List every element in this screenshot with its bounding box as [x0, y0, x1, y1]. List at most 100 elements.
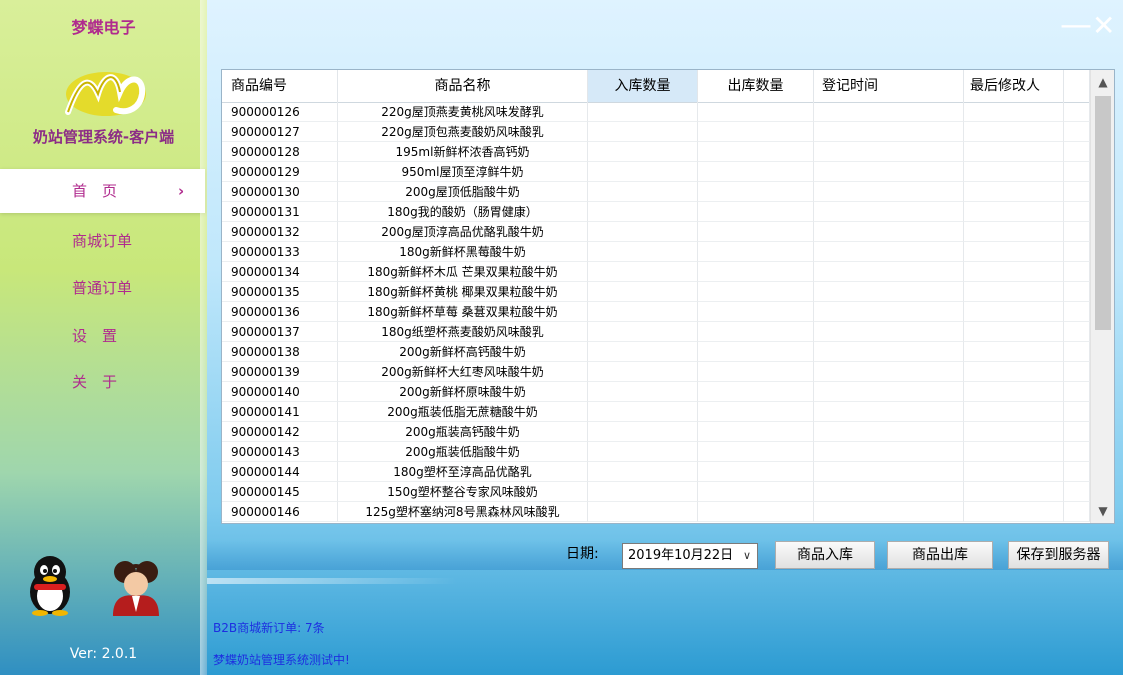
- table-cell[interactable]: [698, 362, 814, 382]
- table-cell[interactable]: [698, 302, 814, 322]
- table-cell[interactable]: [1064, 422, 1090, 442]
- table-cell[interactable]: [964, 262, 1064, 282]
- cell-product-name[interactable]: 180g新鲜杯黑莓酸牛奶: [338, 242, 588, 262]
- table-cell[interactable]: [698, 122, 814, 142]
- table-cell[interactable]: [588, 302, 698, 322]
- table-cell[interactable]: [698, 102, 814, 122]
- table-row[interactable]: 900000135 180g新鲜杯黄桃 椰果双果粒酸牛奶: [222, 282, 1090, 302]
- column-header-id[interactable]: 商品编号: [222, 70, 338, 102]
- table-cell[interactable]: [964, 122, 1064, 142]
- cell-product-id[interactable]: 900000132: [222, 222, 338, 242]
- table-cell[interactable]: [588, 262, 698, 282]
- table-cell[interactable]: [588, 102, 698, 122]
- table-cell[interactable]: [698, 322, 814, 342]
- cell-product-id[interactable]: 900000128: [222, 142, 338, 162]
- table-cell[interactable]: [964, 402, 1064, 422]
- table-cell[interactable]: [588, 242, 698, 262]
- table-cell[interactable]: [1064, 202, 1090, 222]
- table-row[interactable]: 900000126 220g屋顶燕麦黄桃风味发酵乳: [222, 102, 1090, 122]
- scroll-down-icon[interactable]: ▼: [1091, 499, 1114, 523]
- table-cell[interactable]: [588, 282, 698, 302]
- cell-product-id[interactable]: 900000143: [222, 442, 338, 462]
- table-cell[interactable]: [588, 142, 698, 162]
- cell-product-name[interactable]: 180g新鲜杯黄桃 椰果双果粒酸牛奶: [338, 282, 588, 302]
- table-cell[interactable]: [814, 502, 964, 522]
- table-cell[interactable]: [814, 122, 964, 142]
- table-cell[interactable]: [698, 422, 814, 442]
- table-cell[interactable]: [698, 242, 814, 262]
- table-row[interactable]: 900000136 180g新鲜杯草莓 桑葚双果粒酸牛奶: [222, 302, 1090, 322]
- cell-product-name[interactable]: 200g屋顶淳高品优酪乳酸牛奶: [338, 222, 588, 242]
- table-cell[interactable]: [964, 322, 1064, 342]
- cell-product-id[interactable]: 900000134: [222, 262, 338, 282]
- column-header-time[interactable]: 登记时间: [814, 70, 964, 102]
- table-cell[interactable]: [814, 262, 964, 282]
- stock-in-button[interactable]: 商品入库: [775, 541, 875, 569]
- table-cell[interactable]: [1064, 502, 1090, 522]
- chevron-down-icon[interactable]: ∨: [743, 544, 751, 568]
- table-cell[interactable]: [964, 482, 1064, 502]
- table-cell[interactable]: [1064, 222, 1090, 242]
- cell-product-name[interactable]: 220g屋顶包燕麦酸奶风味酸乳: [338, 122, 588, 142]
- table-cell[interactable]: [588, 382, 698, 402]
- cell-product-id[interactable]: 900000126: [222, 102, 338, 122]
- table-cell[interactable]: [1064, 382, 1090, 402]
- table-cell[interactable]: [1064, 442, 1090, 462]
- table-row[interactable]: 900000142 200g瓶装高钙酸牛奶: [222, 422, 1090, 442]
- table-row[interactable]: 900000133 180g新鲜杯黑莓酸牛奶: [222, 242, 1090, 262]
- table-cell[interactable]: [964, 422, 1064, 442]
- cell-product-id[interactable]: 900000131: [222, 202, 338, 222]
- cell-product-name[interactable]: 200g瓶装高钙酸牛奶: [338, 422, 588, 442]
- table-cell[interactable]: [698, 162, 814, 182]
- cell-product-id[interactable]: 900000142: [222, 422, 338, 442]
- column-header-name[interactable]: 商品名称: [338, 70, 588, 102]
- table-cell[interactable]: [588, 322, 698, 342]
- table-cell[interactable]: [1064, 242, 1090, 262]
- cell-product-id[interactable]: 900000139: [222, 362, 338, 382]
- table-cell[interactable]: [814, 282, 964, 302]
- table-cell[interactable]: [814, 482, 964, 502]
- table-cell[interactable]: [588, 402, 698, 422]
- cell-product-name[interactable]: 180g新鲜杯木瓜 芒果双果粒酸牛奶: [338, 262, 588, 282]
- cell-product-name[interactable]: 180g塑杯至淳高品优酪乳: [338, 462, 588, 482]
- table-cell[interactable]: [588, 462, 698, 482]
- minimize-button[interactable]: —: [1060, 8, 1092, 40]
- table-cell[interactable]: [698, 382, 814, 402]
- table-row[interactable]: 900000127 220g屋顶包燕麦酸奶风味酸乳: [222, 122, 1090, 142]
- table-row[interactable]: 900000137 180g纸塑杯燕麦酸奶风味酸乳: [222, 322, 1090, 342]
- cell-product-name[interactable]: 200g瓶装低脂无蔗糖酸牛奶: [338, 402, 588, 422]
- table-cell[interactable]: [964, 222, 1064, 242]
- table-cell[interactable]: [964, 242, 1064, 262]
- cell-product-id[interactable]: 900000127: [222, 122, 338, 142]
- cell-product-id[interactable]: 900000129: [222, 162, 338, 182]
- table-cell[interactable]: [588, 362, 698, 382]
- nav-item-home[interactable]: 首 页 ›: [0, 169, 205, 213]
- table-cell[interactable]: [964, 182, 1064, 202]
- table-row[interactable]: 900000141 200g瓶装低脂无蔗糖酸牛奶: [222, 402, 1090, 422]
- cell-product-name[interactable]: 180g纸塑杯燕麦酸奶风味酸乳: [338, 322, 588, 342]
- nav-item-settings[interactable]: 设 置: [0, 314, 207, 358]
- table-row[interactable]: 900000132 200g屋顶淳高品优酪乳酸牛奶: [222, 222, 1090, 242]
- table-row[interactable]: 900000131 180g我的酸奶（肠胃健康）: [222, 202, 1090, 222]
- table-cell[interactable]: [588, 222, 698, 242]
- table-cell[interactable]: [588, 162, 698, 182]
- cell-product-name[interactable]: 180g新鲜杯草莓 桑葚双果粒酸牛奶: [338, 302, 588, 322]
- cell-product-id[interactable]: 900000144: [222, 462, 338, 482]
- table-cell[interactable]: [814, 222, 964, 242]
- table-cell[interactable]: [964, 162, 1064, 182]
- table-cell[interactable]: [814, 442, 964, 462]
- cell-product-id[interactable]: 900000137: [222, 322, 338, 342]
- table-cell[interactable]: [964, 282, 1064, 302]
- save-to-server-button[interactable]: 保存到服务器: [1008, 541, 1109, 569]
- table-cell[interactable]: [814, 102, 964, 122]
- table-cell[interactable]: [1064, 102, 1090, 122]
- table-cell[interactable]: [588, 342, 698, 362]
- column-header-stock-out[interactable]: 出库数量: [698, 70, 814, 102]
- table-cell[interactable]: [588, 442, 698, 462]
- table-row[interactable]: 900000146 125g塑杯塞纳河8号黑森林风味酸乳: [222, 502, 1090, 522]
- table-cell[interactable]: [814, 422, 964, 442]
- date-picker[interactable]: 2019年10月22日 ∨: [622, 543, 758, 569]
- cell-product-name[interactable]: 200g屋顶低脂酸牛奶: [338, 182, 588, 202]
- cell-product-name[interactable]: 195ml新鲜杯浓香高钙奶: [338, 142, 588, 162]
- table-cell[interactable]: [698, 462, 814, 482]
